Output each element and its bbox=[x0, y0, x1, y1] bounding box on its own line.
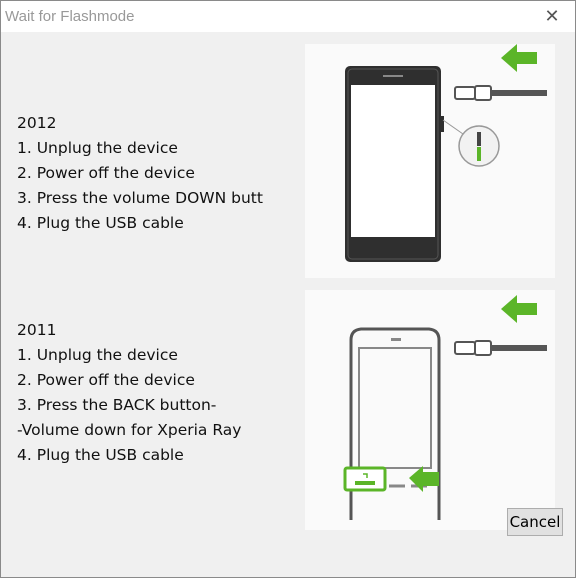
phone-2012-drawing bbox=[345, 44, 547, 262]
step-item: 1. Unplug the device bbox=[17, 139, 178, 157]
phone-2011-drawing bbox=[343, 295, 547, 520]
window-title: Wait for Flashmode bbox=[5, 8, 135, 25]
step-item: 4. Plug the USB cable bbox=[17, 446, 184, 464]
illustration-2011 bbox=[305, 290, 555, 530]
step-item: 1. Unplug the device bbox=[17, 346, 178, 364]
instructions-2011: 2011 1. Unplug the device 2. Power off t… bbox=[17, 318, 287, 468]
phone-screen bbox=[351, 85, 435, 237]
close-icon: ✕ bbox=[544, 6, 560, 26]
back-button-icon bbox=[343, 466, 387, 492]
phone-screen bbox=[358, 347, 432, 469]
usb-cable-icon bbox=[454, 341, 476, 355]
arrow-left-icon bbox=[501, 295, 537, 323]
step-item: 3. Press the BACK button- bbox=[17, 396, 217, 414]
section-heading: 2012 bbox=[17, 114, 57, 132]
arrow-left-icon bbox=[409, 466, 439, 492]
flashmode-dialog: Wait for Flashmode ✕ 2012 1. Unplug the … bbox=[0, 0, 576, 578]
cancel-button[interactable]: Cancel bbox=[507, 508, 563, 536]
step-item: 3. Press the volume DOWN butt bbox=[17, 189, 263, 207]
dialog-body: 2012 1. Unplug the device 2. Power off t… bbox=[1, 32, 575, 577]
section-heading: 2011 bbox=[17, 321, 57, 339]
arrow-left-icon bbox=[501, 44, 537, 72]
close-button[interactable]: ✕ bbox=[529, 1, 575, 32]
illustration-2012 bbox=[305, 44, 555, 278]
step-item: 2. Power off the device bbox=[17, 164, 195, 182]
step-item: 4. Plug the USB cable bbox=[17, 214, 184, 232]
instructions-2012: 2012 1. Unplug the device 2. Power off t… bbox=[17, 111, 287, 236]
step-item: 2. Power off the device bbox=[17, 371, 195, 389]
step-item: -Volume down for Xperia Ray bbox=[17, 421, 242, 439]
usb-cable-icon bbox=[454, 86, 476, 100]
title-bar: Wait for Flashmode ✕ bbox=[1, 1, 575, 32]
